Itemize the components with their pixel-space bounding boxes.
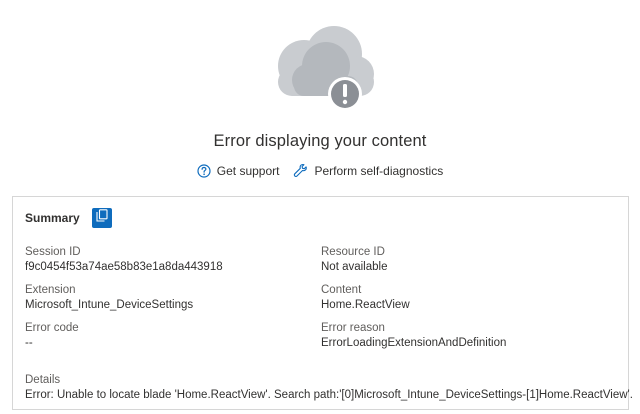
content-field: Content Home.ReactView — [321, 283, 410, 313]
details-field: Details Error: Unable to locate blade 'H… — [25, 373, 633, 403]
get-support-link[interactable]: Get support — [197, 163, 280, 178]
summary-panel: Summary Session ID f9c0454f53a74ae58b83e… — [12, 196, 633, 410]
error-code-label: Error code — [25, 322, 79, 334]
get-support-label: Get support — [216, 163, 280, 178]
resource-id-field: Resource ID Not available — [321, 245, 387, 275]
session-id-value: f9c0454f53a74ae58b83e1a8da443918 — [25, 261, 223, 273]
content-value: Home.ReactView — [321, 299, 410, 311]
details-label: Details — [25, 374, 61, 386]
error-reason-field: Error reason ErrorLoadingExtensionAndDef… — [321, 321, 506, 351]
resource-id-value: Not available — [321, 261, 388, 273]
copy-icon — [96, 209, 108, 227]
session-id-field: Session ID f9c0454f53a74ae58b83e1a8da443… — [25, 245, 223, 275]
error-reason-label: Error reason — [321, 322, 385, 334]
wrench-icon — [293, 163, 308, 178]
extension-value: Microsoft_Intune_DeviceSettings — [25, 299, 194, 311]
summary-title: Summary — [25, 211, 80, 225]
cloud-warning-icon — [264, 24, 378, 114]
self-diagnostics-link[interactable]: Perform self-diagnostics — [293, 163, 443, 178]
error-reason-value: ErrorLoadingExtensionAndDefinition — [321, 337, 507, 349]
content-label: Content — [321, 284, 362, 296]
error-page: Error displaying your content Get suppor… — [0, 0, 640, 414]
summary-header: Summary — [25, 208, 112, 228]
error-code-value: -- — [25, 337, 33, 349]
session-id-label: Session ID — [25, 246, 81, 258]
error-actions: Get support Perform self-diagnostics — [0, 163, 640, 178]
self-diagnostics-label: Perform self-diagnostics — [314, 163, 444, 178]
extension-field: Extension Microsoft_Intune_DeviceSetting… — [25, 283, 193, 313]
details-value: Error: Unable to locate blade 'Home.Reac… — [25, 389, 633, 401]
extension-label: Extension — [25, 284, 76, 296]
error-title: Error displaying your content — [213, 132, 427, 150]
copy-button[interactable] — [91, 208, 112, 228]
error-code-field: Error code -- — [25, 321, 79, 351]
resource-id-label: Resource ID — [321, 246, 385, 258]
help-circle-icon — [197, 163, 211, 178]
